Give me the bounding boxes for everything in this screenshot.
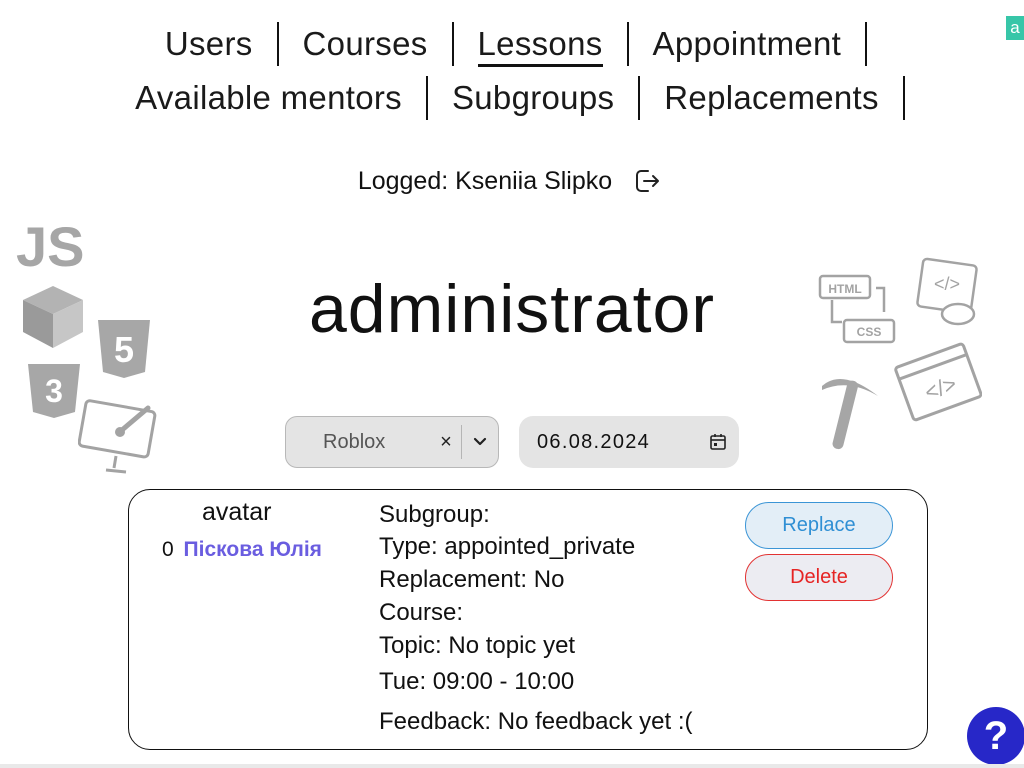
bottom-divider xyxy=(0,764,1024,768)
lesson-replacement: Replacement: No xyxy=(379,566,565,593)
code-window-icon: </> xyxy=(894,338,982,424)
svg-text:HTML: HTML xyxy=(828,282,861,296)
date-value: 06.08.2024 xyxy=(537,430,651,453)
chevron-down-icon[interactable] xyxy=(462,437,498,447)
svg-text:3: 3 xyxy=(45,373,63,409)
pickaxe-icon xyxy=(818,364,884,454)
logout-icon[interactable] xyxy=(632,166,662,196)
avatar: avatar xyxy=(202,498,272,526)
nav-users[interactable]: Users xyxy=(141,22,279,66)
nav-subgroups[interactable]: Subgroups xyxy=(428,76,641,120)
logged-user-text: Logged: Kseniia Slipko xyxy=(357,166,613,195)
monitor-paint-icon xyxy=(78,396,160,474)
delete-button[interactable]: Delete xyxy=(745,554,893,601)
svg-text:</>: </> xyxy=(934,274,960,294)
extension-badge[interactable]: a xyxy=(1006,16,1024,40)
student-link[interactable]: Піскова Юлія xyxy=(184,538,322,561)
nav-replacements[interactable]: Replacements xyxy=(640,76,905,120)
course-select-value: Roblox xyxy=(323,430,386,453)
logged-user-bar: Logged: Kseniia Slipko xyxy=(0,166,1022,196)
html5-icon: 5 xyxy=(96,318,152,380)
code-gamepad-icon: </> xyxy=(914,256,980,330)
svg-text:JS: JS xyxy=(16,215,85,274)
nav-courses[interactable]: Courses xyxy=(279,22,454,66)
js-logo-icon: JS xyxy=(14,212,86,274)
nav-row-secondary: Available mentors Subgroups Replacements xyxy=(0,76,1020,120)
student-line: 0 Піскова Юлія xyxy=(162,538,322,562)
svg-text:CSS: CSS xyxy=(857,325,882,339)
help-button[interactable]: ? xyxy=(967,707,1024,765)
cube-icon xyxy=(20,284,86,350)
lesson-type: Type: appointed_private xyxy=(379,533,636,560)
lesson-feedback: Feedback: No feedback yet :( xyxy=(379,708,693,735)
css3-icon: 3 xyxy=(26,362,82,420)
clear-icon[interactable]: × xyxy=(431,431,461,454)
calendar-icon[interactable] xyxy=(709,433,727,451)
course-select[interactable]: Roblox × xyxy=(285,416,499,468)
lesson-topic: Topic: No topic yet xyxy=(379,632,576,659)
lesson-subgroup: Subgroup: xyxy=(379,501,490,528)
html-css-tags-icon: HTML CSS xyxy=(818,272,898,352)
nav-lessons[interactable]: Lessons xyxy=(454,22,629,67)
nav-available-mentors[interactable]: Available mentors xyxy=(111,76,428,120)
nav-row-primary: Users Courses Lessons Appointment xyxy=(0,22,1016,67)
svg-text:</>: </> xyxy=(921,371,959,405)
lesson-time: Tue: 09:00 - 10:00 xyxy=(379,668,575,695)
student-count: 0 xyxy=(162,538,174,561)
date-input[interactable]: 06.08.2024 xyxy=(519,416,739,468)
replace-button[interactable]: Replace xyxy=(745,502,893,549)
svg-text:5: 5 xyxy=(114,329,134,370)
nav-appointment[interactable]: Appointment xyxy=(629,22,868,66)
lesson-course: Course: xyxy=(379,599,464,626)
